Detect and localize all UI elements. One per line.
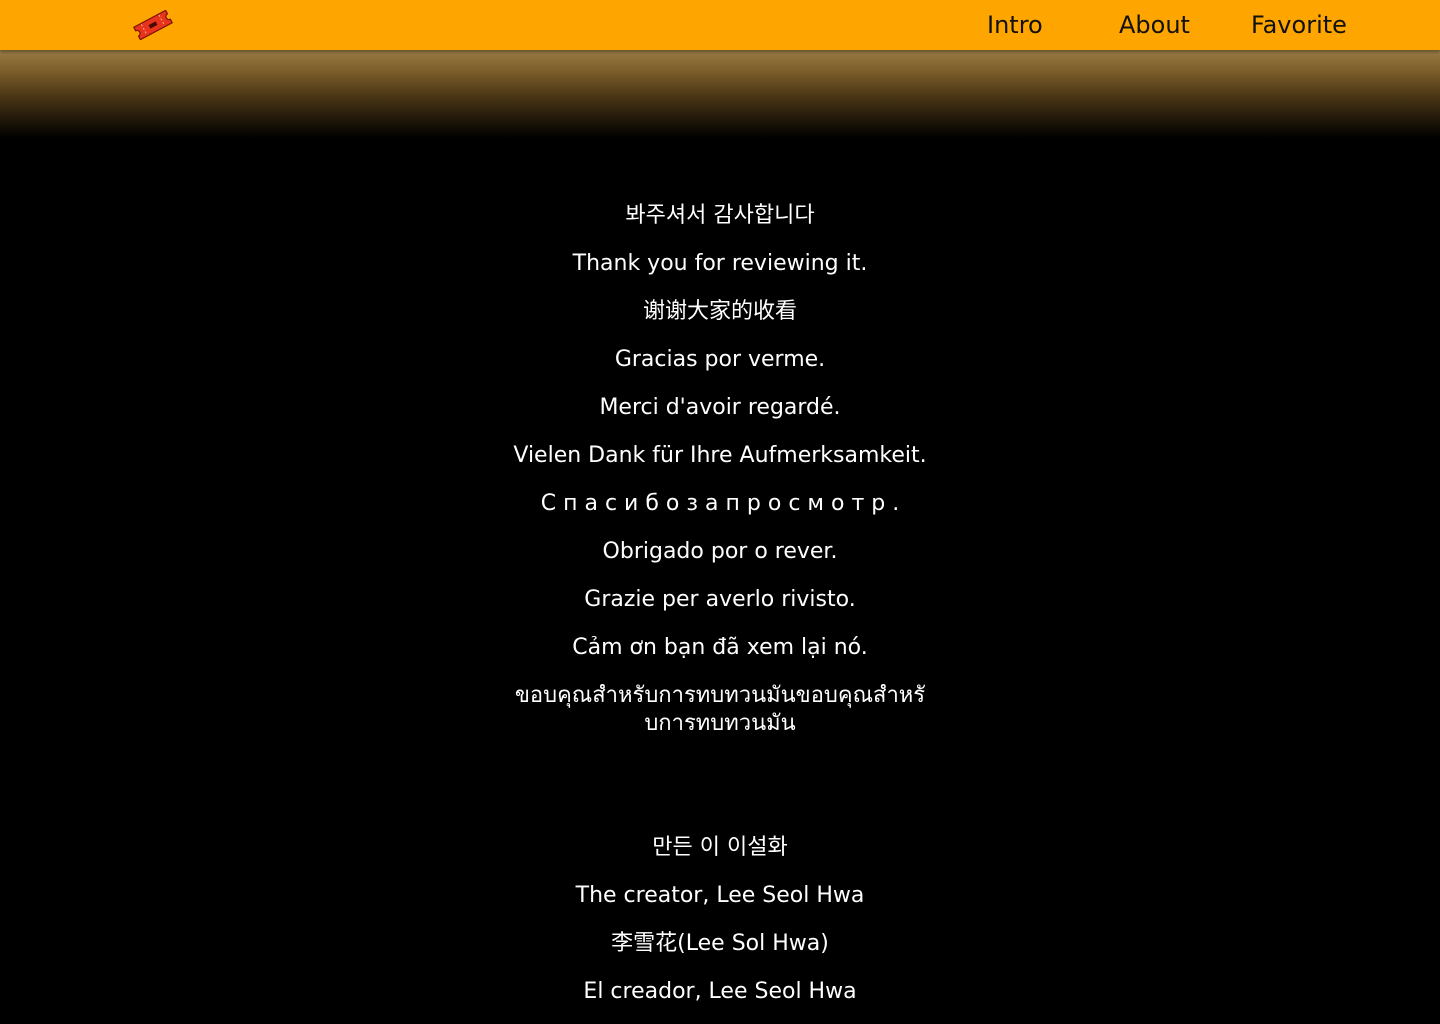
thanks-english: Thank you for reviewing it. <box>572 251 868 276</box>
thanks-spanish: Gracias por verme. <box>614 347 826 372</box>
thanks-french: Merci d'avoir regardé. <box>599 395 841 420</box>
nav-link-about[interactable]: About <box>1119 0 1190 50</box>
top-navbar: Intro About Favorite <box>0 0 1440 50</box>
creator-spanish: El creador, Lee Seol Hwa <box>583 979 857 1004</box>
thanks-russian: С п а с и б о з а п р о с м о т р . <box>540 491 900 516</box>
ticket-icon[interactable] <box>131 9 175 41</box>
thanks-portuguese: Obrigado por o rever. <box>602 539 838 564</box>
nav-link-favorite[interactable]: Favorite <box>1251 0 1347 50</box>
thanks-german: Vielen Dank für Ihre Aufmerksamkeit. <box>513 443 927 468</box>
header-gradient <box>0 50 1440 138</box>
thanks-chinese: 谢谢大家的收看 <box>642 299 797 324</box>
creator-english: The creator, Lee Seol Hwa <box>575 883 865 908</box>
creator-korean: 만든 이 이설화 <box>652 835 788 860</box>
credits-content: 봐주셔서 감사합니다 Thank you for reviewing it. 谢… <box>0 0 1440 1024</box>
creator-chinese: 李雪花(Lee Sol Hwa) <box>611 931 829 956</box>
nav-link-intro[interactable]: Intro <box>987 0 1043 50</box>
thanks-korean: 봐주셔서 감사합니다 <box>625 203 815 228</box>
thanks-thai: ขอบคุณสำหรับการทบทวนมันขอบคุณสำหรับการทบ… <box>514 683 926 736</box>
thanks-vietnamese: Cảm ơn bạn đã xem lại nó. <box>572 635 868 660</box>
thanks-italian: Grazie per averlo rivisto. <box>584 587 856 612</box>
